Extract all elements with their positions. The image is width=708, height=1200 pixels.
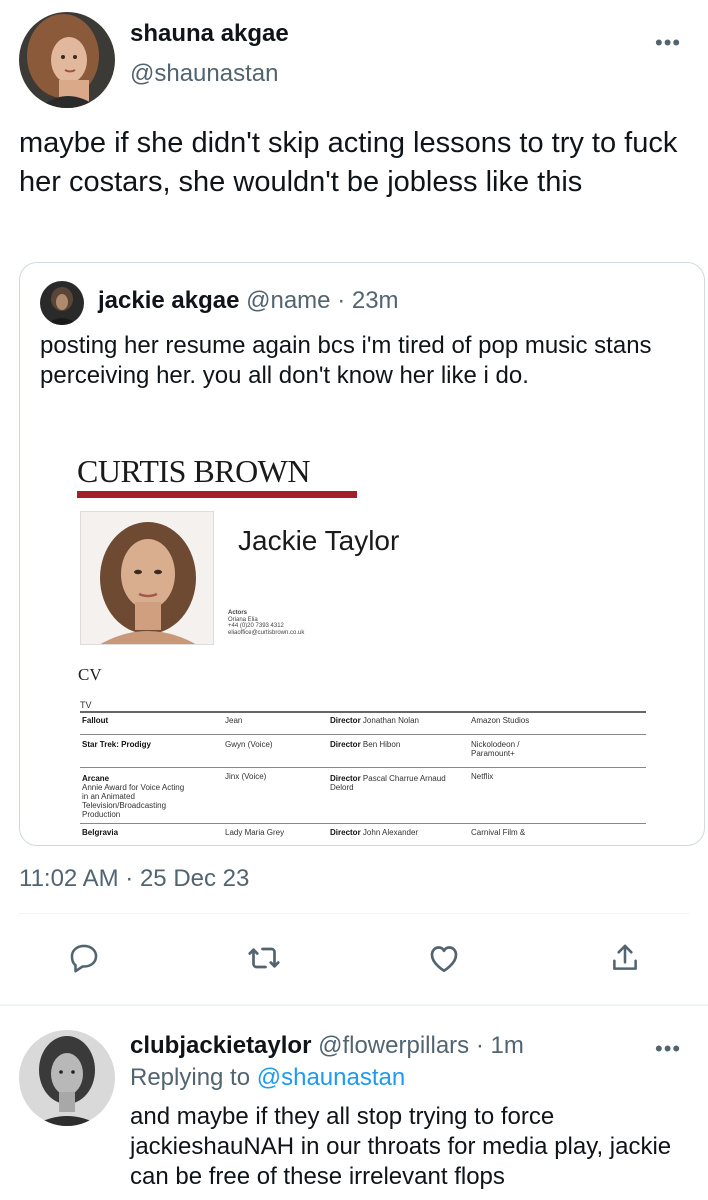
cv-label: CV (78, 665, 102, 684)
credit-company: Nickolodeon / Paramount+ (471, 740, 520, 758)
director-label: Director (330, 828, 361, 837)
share-icon[interactable] (603, 936, 647, 980)
replying-to: Replying to @shaunastan (130, 1064, 405, 1092)
section-label: TV (80, 700, 92, 710)
credit-note: Annie Award for Voice Acting (82, 783, 185, 792)
agency-underline (77, 491, 357, 498)
headshot-photo (80, 511, 214, 645)
credit-note: Production (82, 810, 121, 819)
director-name: John Alexander (362, 828, 419, 837)
credit-title: Star Trek: Prodigy (82, 740, 151, 749)
credit-title: Fallout (82, 716, 109, 725)
section-divider (0, 1004, 708, 1006)
credit-director: Director Jonathan Nolan (330, 716, 419, 725)
credit-role: Jean (225, 716, 243, 725)
table-rule (80, 823, 646, 824)
quote-author-handle[interactable]: @name (246, 287, 330, 314)
director-name: Ben Hibon (362, 740, 401, 749)
reply-author-avatar[interactable] (19, 1030, 115, 1126)
director-label: Director (330, 774, 361, 783)
more-horizontal-icon[interactable]: ••• (655, 1036, 681, 1062)
director-label: Director (330, 716, 361, 725)
like-icon[interactable] (422, 936, 466, 980)
contact-line: eliaoffice@curtisbrown.co.uk (228, 629, 305, 636)
credit-director: Director John Alexander (330, 828, 418, 837)
quoted-tweet[interactable]: jackie akgae @name · 23m posting her res… (19, 262, 705, 846)
author-handle[interactable]: @shaunastan (130, 60, 278, 88)
author-avatar[interactable] (19, 12, 115, 108)
replying-prefix: Replying to (130, 1064, 251, 1091)
more-horizontal-icon[interactable]: ••• (655, 30, 681, 56)
reply-text: and maybe if they all stop trying to for… (130, 1103, 672, 1190)
credit-role: Gwyn (Voice) (225, 740, 273, 749)
credit-role: Lady Maria Grey (225, 828, 285, 837)
replying-handle-link[interactable]: @shaunastan (257, 1064, 405, 1091)
tweet-text: maybe if she didn't skip acting lessons … (19, 127, 678, 198)
director-label: Director (330, 740, 361, 749)
quote-author-avatar[interactable] (40, 281, 84, 325)
actor-name: Jackie Taylor (238, 525, 400, 556)
credit-title: Arcane (82, 774, 110, 783)
author-name[interactable]: shauna akgae (130, 20, 289, 48)
agency-logo: CURTIS BROWN (77, 453, 310, 489)
table-rule (80, 711, 646, 713)
quote-author-name[interactable]: jackie akgae (98, 287, 239, 314)
reply-author-name[interactable]: clubjackietaylor (130, 1032, 311, 1059)
reply-icon[interactable] (62, 936, 106, 980)
credit-notes: Annie Award for Voice Acting in an Anima… (82, 783, 184, 819)
director-name: Jonathan Nolan (362, 716, 419, 725)
quote-age: · 23m (337, 287, 399, 314)
agent-contact: Actors Oriana Elia +44 (0)20 7393 4312 e… (228, 610, 304, 636)
resume-image[interactable]: CURTIS BROWN Jackie Taylor Actors Oriana… (24, 447, 684, 845)
credit-company: Netflix (471, 772, 494, 781)
tweet-header: shauna akgae @shaunastan ••• (0, 0, 708, 120)
credit-company: Amazon Studios (471, 716, 530, 725)
retweet-icon[interactable] (242, 936, 286, 980)
credit-director: Director Pascal Charrue Arnaud Delord (330, 774, 450, 792)
divider (19, 913, 689, 914)
credit-company: Carnival Film & (471, 828, 526, 837)
credit-role: Jinx (Voice) (225, 772, 267, 781)
credit-note: Television/Broadcasting (82, 801, 167, 810)
reply-author-handle[interactable]: @flowerpillars (318, 1032, 469, 1059)
table-rule (80, 734, 646, 735)
reply-author-line: clubjackietaylor @flowerpillars · 1m (130, 1032, 524, 1060)
tweet-timestamp[interactable]: 11:02 AM · 25 Dec 23 (19, 865, 249, 893)
credit-note: in an Animated (82, 792, 135, 801)
reply-age: · 1m (475, 1032, 524, 1059)
quote-author-line: jackie akgae @name · 23m (98, 287, 399, 315)
table-rule (80, 767, 646, 768)
credit-title: Belgravia (82, 828, 119, 837)
quote-text: posting her resume again bcs i'm tired o… (40, 332, 652, 389)
credit-director: Director Ben Hibon (330, 740, 400, 749)
